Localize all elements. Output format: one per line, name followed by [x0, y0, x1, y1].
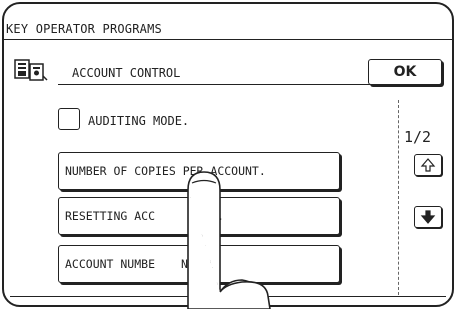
resetting-account-tail: .: [217, 209, 224, 223]
auditing-mode-label: AUDITING MODE.: [88, 114, 190, 128]
arrow-up-icon: [420, 158, 436, 172]
scroll-down-button[interactable]: [414, 206, 442, 228]
title-divider: [4, 39, 452, 40]
scroll-up-button[interactable]: [414, 154, 442, 176]
bottom-edge: [10, 296, 446, 297]
resetting-account-button[interactable]: RESETTING ACC .: [58, 197, 340, 235]
auditing-mode-checkbox[interactable]: [58, 108, 80, 130]
column-divider: [398, 100, 399, 295]
copies-per-account-label: NUMBER OF COPIES PER ACCOUNT.: [65, 164, 266, 178]
account-number-control-tail: NTROL.: [181, 257, 223, 271]
section-title: ACCOUNT CONTROL: [72, 66, 181, 80]
resetting-account-label: RESETTING ACC: [65, 209, 156, 223]
arrow-down-icon: [420, 210, 436, 224]
account-control-icon: [14, 59, 48, 81]
window-title: KEY OPERATOR PROGRAMS: [6, 22, 162, 36]
page-indicator: 1/2: [404, 128, 432, 146]
ok-button[interactable]: OK: [368, 59, 442, 85]
account-number-control-label: ACCOUNT NUMBE: [65, 257, 156, 271]
account-number-control-button[interactable]: ACCOUNT NUMBE NTROL.: [58, 245, 340, 283]
copies-per-account-button[interactable]: NUMBER OF COPIES PER ACCOUNT.: [58, 152, 340, 190]
section-title-underline: [58, 84, 370, 85]
